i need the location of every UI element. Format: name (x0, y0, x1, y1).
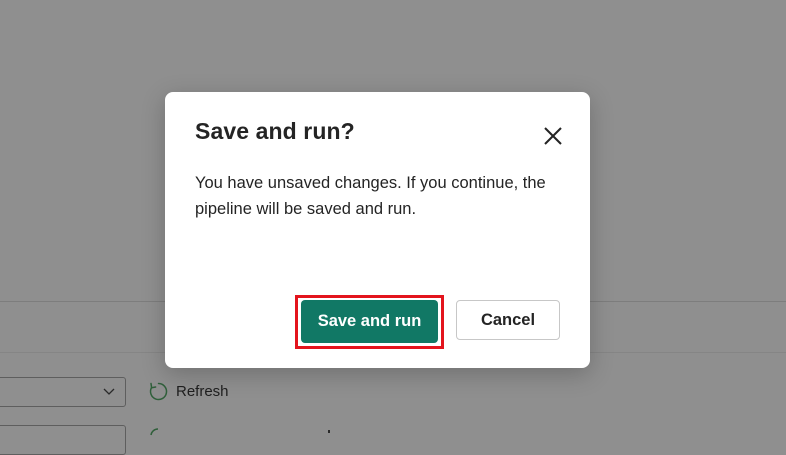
dialog-title: Save and run? (195, 118, 355, 144)
close-icon (544, 127, 562, 145)
background-dropdown (0, 377, 126, 407)
refresh-label: Refresh (176, 383, 229, 400)
dialog-message: You have unsaved changes. If you continu… (195, 174, 546, 218)
background-refresh-button: Refresh (148, 381, 229, 402)
background-dropdown-secondary (0, 425, 126, 455)
close-button[interactable] (539, 122, 567, 150)
cancel-button[interactable]: Cancel (456, 300, 560, 340)
save-and-run-button[interactable]: Save and run (301, 300, 438, 343)
chevron-down-icon (103, 388, 115, 395)
refresh-icon (149, 382, 168, 401)
save-and-run-dialog: Save and run? You have unsaved changes. … (165, 92, 590, 368)
refresh-icon-secondary (150, 428, 159, 436)
